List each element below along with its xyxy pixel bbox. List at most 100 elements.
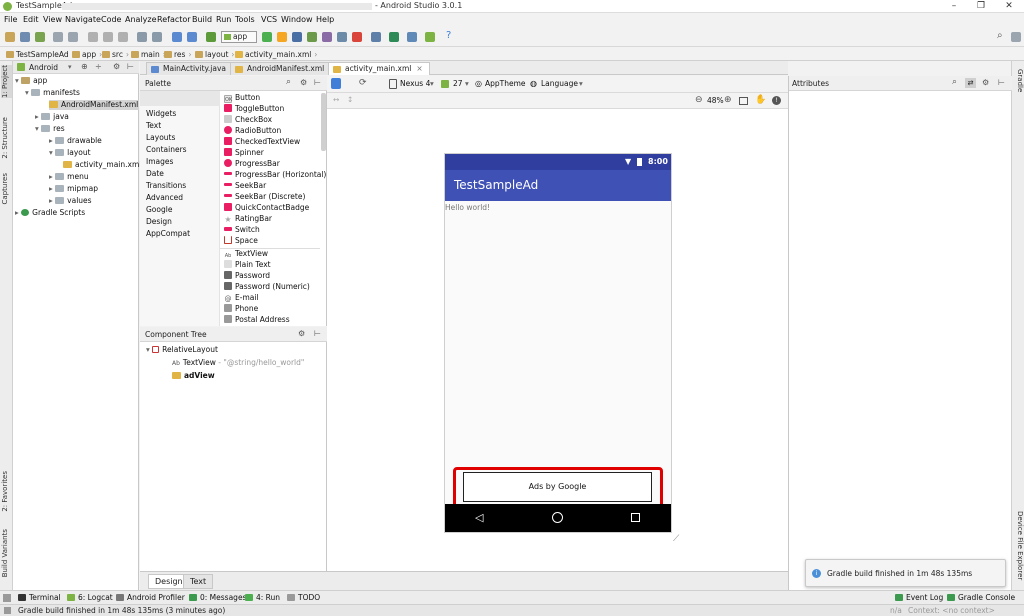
- palette-category[interactable]: Widgets: [146, 109, 176, 118]
- menu-file[interactable]: File: [4, 15, 17, 24]
- toggle-view-icon[interactable]: ⇄: [965, 78, 976, 88]
- tree-item-mipmap[interactable]: ▸ mipmap: [49, 184, 98, 194]
- component-relativelayout[interactable]: ▾ RelativeLayout: [146, 345, 218, 355]
- breadcrumb-res[interactable]: res ›: [162, 49, 194, 60]
- project-tool-tab[interactable]: 1: Project: [1, 65, 12, 98]
- terminal-tool-button[interactable]: Terminal: [18, 593, 61, 602]
- hide-panel-icon[interactable]: ⊢: [127, 62, 134, 71]
- sync-icon[interactable]: [35, 32, 45, 42]
- breadcrumb-file[interactable]: activity_main.xml ›: [233, 49, 320, 60]
- coverage-icon[interactable]: [337, 32, 347, 42]
- cut-icon[interactable]: [88, 32, 98, 42]
- tree-item-androidmanifest[interactable]: AndroidManifest.xml: [49, 100, 139, 110]
- component-textview[interactable]: Ab TextView - "@string/hello_world": [172, 358, 304, 368]
- attach-debugger-icon[interactable]: [322, 32, 332, 42]
- toolbar-settings-icon[interactable]: [1011, 32, 1021, 42]
- tree-item-values[interactable]: ▸ values: [49, 196, 92, 206]
- palette-widget-checkedtextview[interactable]: CheckedTextView: [224, 137, 300, 147]
- menu-build[interactable]: Build: [192, 15, 212, 24]
- menu-run[interactable]: Run: [216, 15, 231, 24]
- chevron-down-icon[interactable]: ▾: [579, 79, 583, 88]
- palette-widget-password[interactable]: Password: [224, 271, 270, 281]
- messages-tool-button[interactable]: 0: Messages: [189, 593, 246, 602]
- palette-category[interactable]: AppCompat: [146, 229, 190, 238]
- palette-scrollbar[interactable]: [321, 93, 326, 151]
- run-icon[interactable]: [262, 32, 272, 42]
- palette-widget-postal-address[interactable]: Postal Address: [224, 315, 290, 325]
- open-icon[interactable]: [5, 32, 15, 42]
- close-tab-icon[interactable]: ×: [416, 64, 422, 73]
- component-adview[interactable]: adView: [172, 371, 215, 381]
- menu-tools[interactable]: Tools: [235, 15, 255, 24]
- run-tool-button[interactable]: 4: Run: [245, 593, 280, 602]
- menu-code[interactable]: Code: [101, 15, 121, 24]
- palette-category[interactable]: Containers: [146, 145, 187, 154]
- palette-category[interactable]: Text: [146, 121, 161, 130]
- palette-category-common[interactable]: [140, 91, 220, 106]
- palette-widget-checkbox[interactable]: CheckBox: [224, 115, 272, 125]
- todo-tool-button[interactable]: TODO: [287, 593, 320, 602]
- palette-category[interactable]: Transitions: [146, 181, 186, 190]
- palette-widget-radiobutton[interactable]: RadioButton: [224, 126, 281, 136]
- palette-widget-email[interactable]: @ E-mail: [224, 293, 259, 303]
- scroll-from-source-icon[interactable]: ⊕: [81, 62, 88, 71]
- save-icon[interactable]: [20, 32, 30, 42]
- device-monitor-icon[interactable]: [407, 32, 417, 42]
- hide-panel-icon[interactable]: ⊢: [998, 78, 1005, 87]
- palette-widget-space[interactable]: Space: [224, 236, 258, 246]
- apply-changes-icon[interactable]: [277, 32, 287, 42]
- sdk-manager-icon[interactable]: [425, 32, 435, 42]
- favorites-tool-tab[interactable]: 2: Favorites: [1, 471, 12, 512]
- palette-widget-spinner[interactable]: Spinner: [224, 148, 264, 158]
- make-project-icon[interactable]: [206, 32, 216, 42]
- orientation-icon[interactable]: ⟳: [359, 78, 367, 88]
- debug-icon[interactable]: [292, 32, 302, 42]
- menu-navigate[interactable]: Navigate: [65, 15, 101, 24]
- tab-activity-main[interactable]: activity_main.xml ×: [328, 62, 430, 75]
- tree-item-activity-main[interactable]: activity_main.xml: [63, 160, 141, 170]
- replace-icon[interactable]: [152, 32, 162, 42]
- palette-category[interactable]: Design: [146, 217, 172, 226]
- zoom-out-icon[interactable]: ⊖: [695, 95, 703, 105]
- language-select[interactable]: Language: [541, 79, 578, 88]
- search-icon[interactable]: ⌕: [952, 77, 957, 87]
- gear-icon[interactable]: ⚙: [113, 62, 120, 71]
- search-everywhere-icon[interactable]: ⌕: [997, 30, 1003, 41]
- breadcrumb-layout[interactable]: layout ›: [193, 49, 237, 60]
- palette-widget-textview[interactable]: Ab TextView: [224, 249, 268, 259]
- palette-category[interactable]: Images: [146, 157, 173, 166]
- paste-icon[interactable]: [118, 32, 128, 42]
- undo-icon[interactable]: [53, 32, 63, 42]
- logcat-tool-button[interactable]: 6: Logcat: [67, 593, 113, 602]
- tree-item-gradle-scripts[interactable]: ▸ Gradle Scripts: [15, 208, 85, 218]
- forward-icon[interactable]: [187, 32, 197, 42]
- palette-widget-plaintext[interactable]: Plain Text: [224, 260, 271, 270]
- palette-widget-ratingbar[interactable]: ★ RatingBar: [224, 214, 272, 224]
- event-log-tool-button[interactable]: Event Log: [895, 593, 943, 602]
- search-icon[interactable]: ⌕: [286, 77, 291, 87]
- redo-icon[interactable]: [68, 32, 78, 42]
- menu-refactor[interactable]: Refactor: [157, 15, 191, 24]
- tab-text[interactable]: Text: [183, 574, 214, 589]
- menu-window[interactable]: Window: [281, 15, 313, 24]
- structure-tool-tab[interactable]: 2: Structure: [1, 117, 12, 159]
- api-level-select[interactable]: 27: [453, 79, 463, 88]
- tree-item-layout[interactable]: ▾ layout: [49, 148, 91, 158]
- run-config-select[interactable]: app: [221, 31, 257, 43]
- zoom-to-fit-icon[interactable]: [739, 97, 748, 105]
- tree-item-java[interactable]: ▸ java: [35, 112, 69, 122]
- avd-manager-icon[interactable]: [371, 32, 381, 42]
- chevron-down-icon[interactable]: ▾: [430, 79, 434, 88]
- palette-widget-seekbar[interactable]: SeekBar: [224, 181, 266, 191]
- tree-item-menu[interactable]: ▸ menu: [49, 172, 89, 182]
- palette-widget-password-numeric[interactable]: Password (Numeric): [224, 282, 310, 292]
- gradle-tool-tab[interactable]: Gradle: [1013, 69, 1024, 92]
- palette-category[interactable]: Google: [146, 205, 172, 214]
- menu-vcs[interactable]: VCS: [261, 15, 277, 24]
- gradle-sync-icon[interactable]: [389, 32, 399, 42]
- gradle-console-tool-button[interactable]: Gradle Console: [947, 593, 1015, 602]
- profiler-tool-button[interactable]: Android Profiler: [116, 593, 185, 602]
- menu-view[interactable]: View: [43, 15, 62, 24]
- warning-icon[interactable]: !: [772, 96, 781, 105]
- minimize-button[interactable]: –: [940, 0, 968, 13]
